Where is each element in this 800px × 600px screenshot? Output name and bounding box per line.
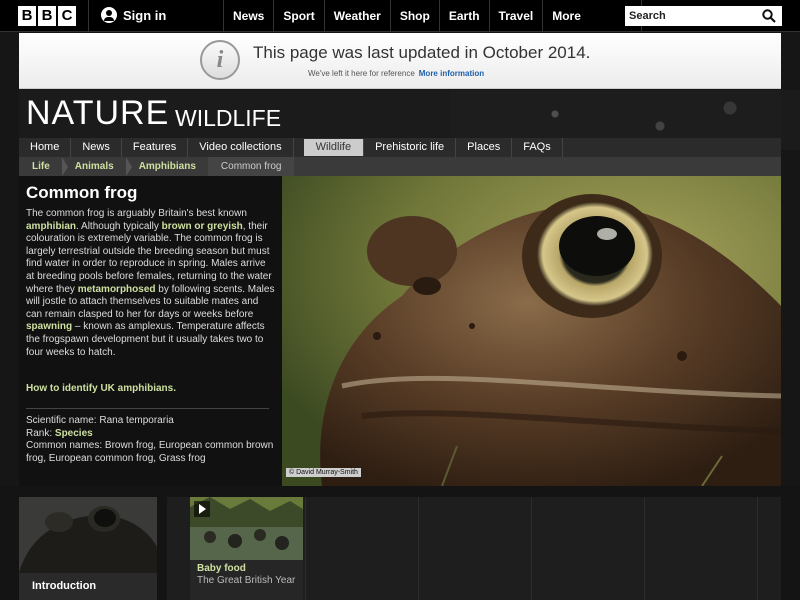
link-amphibian[interactable]: amphibian	[26, 221, 76, 232]
site-title[interactable]: NATURE	[26, 94, 169, 133]
breadcrumb-current: Common frog	[207, 157, 294, 176]
tab-video-collections[interactable]: Video collections	[188, 138, 294, 157]
notice-subtitle: We've left it here for reference More inf…	[308, 69, 484, 78]
global-nav: News Sport Weather Shop Earth Travel Mor…	[223, 0, 643, 32]
baby-food-video-card[interactable]: Baby food The Great British Year	[190, 497, 303, 600]
user-icon	[101, 7, 117, 23]
body-text: . Although typically	[76, 220, 162, 232]
logo-letter-b1: B	[18, 6, 36, 26]
more-information-link[interactable]: More information	[419, 69, 484, 78]
search-input[interactable]	[629, 6, 759, 26]
section-title[interactable]: WILDLIFE	[175, 105, 281, 132]
notice-title: This page was last updated in October 20…	[253, 43, 591, 62]
tab-news[interactable]: News	[71, 138, 122, 157]
slot-divider	[418, 497, 419, 600]
slot-divider	[644, 497, 645, 600]
rank-label: Rank:	[26, 427, 55, 439]
slot-divider	[531, 497, 532, 600]
page-title: Common frog	[26, 183, 138, 202]
common-names: Common names: Brown frog, European commo…	[26, 440, 274, 464]
search-box	[625, 6, 782, 26]
search-icon[interactable]	[762, 9, 776, 23]
identify-amphibians-link[interactable]: How to identify UK amphibians.	[26, 383, 176, 394]
nav-travel[interactable]: Travel	[488, 0, 543, 32]
nav-weather[interactable]: Weather	[323, 0, 390, 32]
breadcrumb-animals[interactable]: Animals	[62, 157, 132, 176]
nav-shop[interactable]: Shop	[389, 0, 439, 32]
tab-features[interactable]: Features	[122, 138, 189, 157]
archive-notice-banner: i This page was last updated in October …	[19, 33, 781, 89]
sign-in-label: Sign in	[123, 7, 167, 23]
link-metamorphosed[interactable]: metamorphosed	[78, 284, 156, 295]
logo-letter-b2: B	[38, 6, 56, 26]
tab-prehistoric-life[interactable]: Prehistoric life	[364, 138, 457, 157]
link-spawning[interactable]: spawning	[26, 321, 72, 332]
rank: Rank: Species	[26, 428, 276, 441]
breadcrumb-life[interactable]: Life	[19, 157, 68, 176]
video-subtitle: The Great British Year	[197, 575, 296, 586]
common-frog-photo	[282, 176, 781, 486]
breadcrumb: Life Animals Amphibians Common frog	[19, 157, 781, 176]
article-body: The common frog is arguably Britain's be…	[26, 208, 276, 359]
logo-letter-c: C	[58, 6, 76, 26]
frog-image	[282, 176, 781, 486]
introduction-label: Introduction	[32, 580, 97, 592]
photo-credit: © David Murray-Smith	[286, 468, 361, 477]
section-nav: Home News Features Video collections Wil…	[19, 138, 781, 157]
play-icon[interactable]	[194, 501, 210, 517]
scientific-name: Scientific name: Rana temporaria	[26, 415, 174, 426]
bbc-logo[interactable]: B B C	[18, 6, 76, 26]
tab-home[interactable]: Home	[19, 138, 72, 157]
tab-places[interactable]: Places	[456, 138, 513, 157]
info-icon: i	[200, 40, 240, 80]
link-species[interactable]: Species	[55, 428, 93, 439]
slot-divider	[757, 497, 758, 600]
species-facts: Scientific name: Rana temporaria Rank: S…	[26, 415, 276, 465]
topbar-divider	[88, 0, 89, 32]
sign-in-button[interactable]: Sign in	[101, 7, 166, 23]
body-text: The common frog is arguably Britain's be…	[26, 208, 247, 219]
video-title: Baby food	[197, 563, 246, 574]
tab-wildlife[interactable]: Wildlife	[303, 139, 365, 156]
tab-faqs[interactable]: FAQs	[512, 138, 563, 157]
introduction-card[interactable]: Introduction	[19, 497, 157, 600]
link-brown-or-greyish[interactable]: brown or greyish	[162, 221, 243, 232]
more-label: More	[552, 9, 581, 23]
nav-sport[interactable]: Sport	[273, 0, 323, 32]
introduction-thumbnail	[19, 497, 157, 573]
nav-earth[interactable]: Earth	[438, 0, 489, 32]
nav-news[interactable]: News	[223, 0, 273, 32]
notice-subtitle-text: We've left it here for reference	[308, 69, 415, 78]
divider	[26, 408, 269, 409]
slot-divider	[305, 497, 306, 600]
breadcrumb-amphibians[interactable]: Amphibians	[126, 157, 215, 176]
